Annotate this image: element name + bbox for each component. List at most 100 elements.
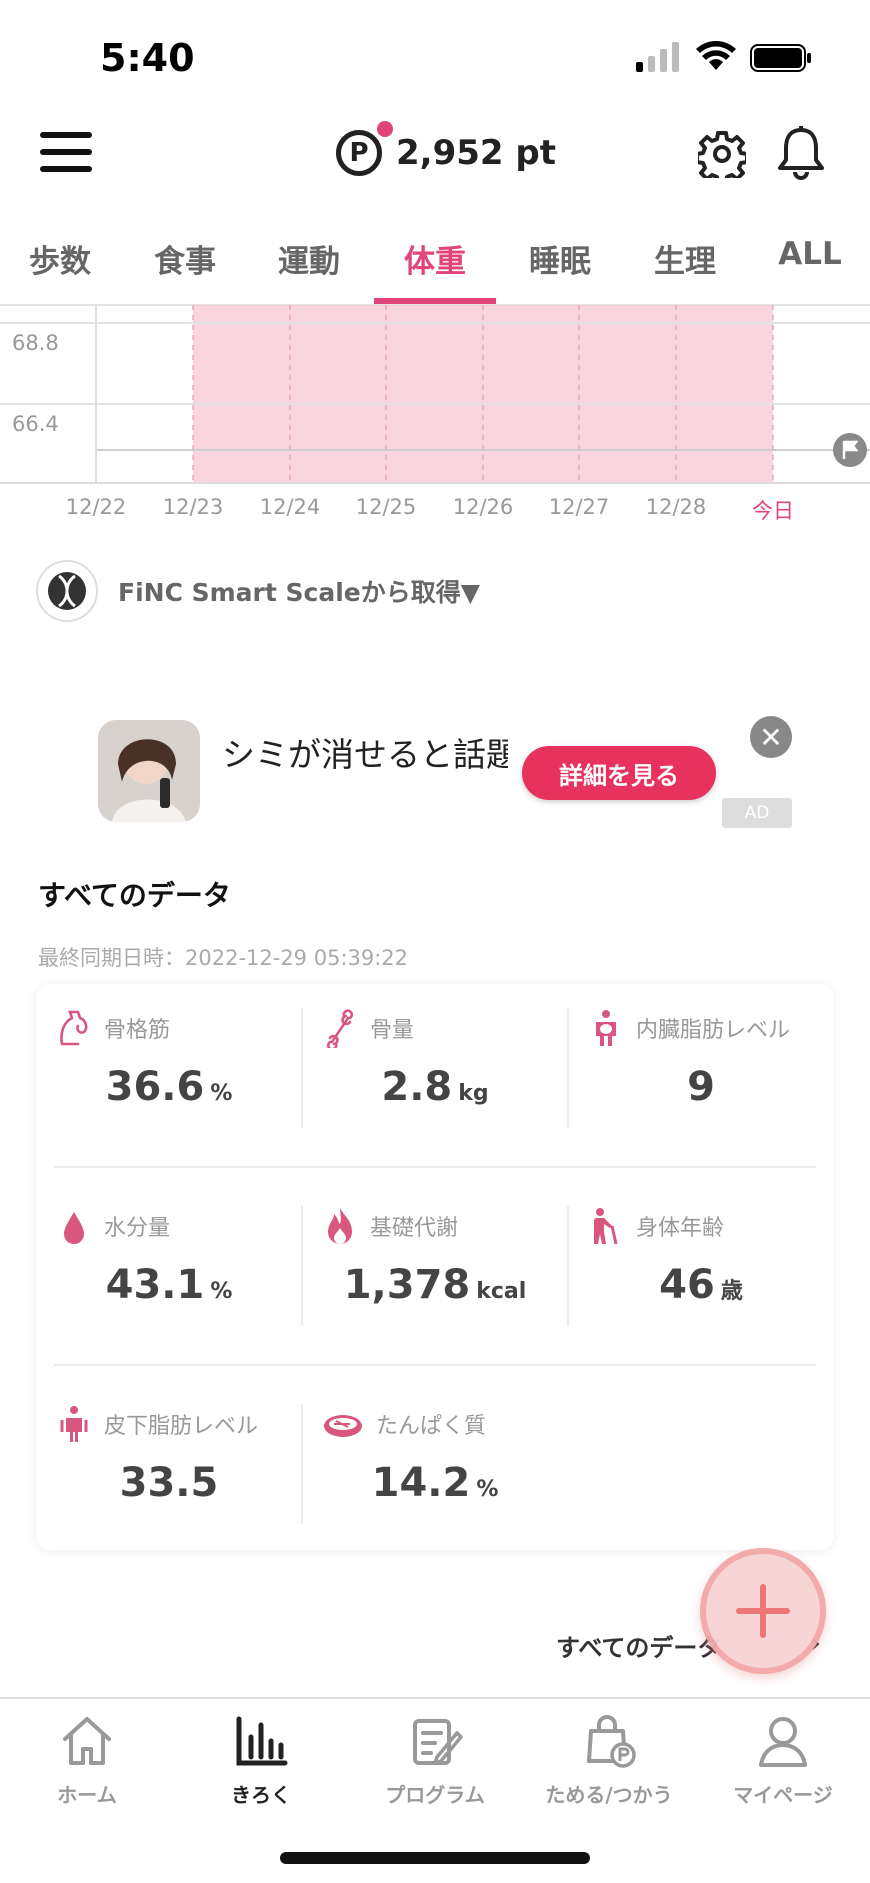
metric-value: 33.5 (119, 1460, 219, 1506)
points-icon: P (336, 121, 393, 176)
metric-unit: % (210, 1081, 233, 1106)
battery-icon (750, 44, 811, 72)
active-tab-indicator (374, 298, 496, 304)
section-title: すべてのデータ (38, 879, 231, 912)
settings-gear-icon[interactable] (698, 130, 746, 178)
weight-chart-canvas (0, 305, 870, 484)
metric-value: 2.8 (381, 1064, 453, 1110)
nav-label: マイページ (733, 1783, 833, 1807)
x-tick-label-today: 今日 (752, 499, 794, 523)
nav-label: ためる/つかう (545, 1783, 673, 1807)
status-time: 5:40 (100, 36, 195, 80)
metric-unit: % (210, 1279, 233, 1304)
metric-label: 皮下脂肪レベル (104, 1414, 259, 1439)
metric-unit: kcal (476, 1279, 527, 1304)
metric-protein[interactable]: たんぱく質 14.2% (302, 1380, 568, 1578)
metric-unit: % (476, 1477, 499, 1502)
data-source-label: FiNC Smart Scaleから取得▼ (118, 578, 480, 607)
see-all-data-link[interactable]: すべてのデータ (556, 1628, 721, 1663)
points-value: 2,952 pt (396, 133, 556, 173)
ad-close-icon[interactable]: ✕ (750, 716, 792, 758)
bone-icon (326, 1009, 354, 1048)
metric-basal-metabolism[interactable]: 基礎代謝 1,378 kcal (302, 1182, 568, 1380)
flame-icon (328, 1208, 352, 1244)
metric-label: 骨格筋 (104, 1018, 171, 1043)
metric-value: 46 (659, 1262, 715, 1308)
x-tick-label: 12/25 (355, 495, 417, 519)
notification-bell-icon[interactable] (776, 124, 826, 182)
category-tabs: 歩数 食事 運動 体重 睡眠 生理 ALL (0, 222, 870, 306)
metric-label: たんぱく質 (376, 1414, 487, 1439)
metric-body-water[interactable]: 水分量 43.1% (36, 1182, 302, 1380)
wifi-icon (696, 41, 736, 70)
tab-all[interactable]: ALL (760, 236, 860, 272)
visceral-fat-icon (596, 1010, 616, 1046)
metric-value: 14.2 (371, 1460, 471, 1506)
tab-menstruation[interactable]: 生理 (635, 236, 735, 281)
points-bag-icon (587, 1715, 636, 1768)
y-tick-label: 68.8 (12, 331, 59, 355)
tab-meals[interactable]: 食事 (135, 236, 235, 281)
program-icon (413, 1719, 463, 1765)
metric-value: 1,378 (343, 1262, 471, 1308)
x-tick-label: 12/28 (645, 495, 707, 519)
ad-title[interactable]: シミが消せると話題 (222, 728, 508, 776)
y-tick-label: 66.4 (12, 412, 59, 436)
nav-home[interactable]: ホーム (0, 1713, 174, 1808)
metric-label: 骨量 (370, 1018, 415, 1043)
last-sync-time: 最終同期日時：2022-12-29 05:39:22 (38, 946, 409, 970)
x-tick-label: 12/26 (452, 495, 514, 519)
data-source-selector[interactable]: FiNC Smart Scaleから取得▼ (36, 560, 480, 622)
metric-label: 水分量 (104, 1216, 171, 1241)
metric-bone-mass[interactable]: 骨量 2.8 kg (302, 984, 568, 1182)
menu-button[interactable] (40, 128, 92, 176)
tab-sleep[interactable]: 睡眠 (510, 236, 610, 281)
home-icon (63, 1717, 111, 1765)
nav-my-page[interactable]: マイページ (696, 1713, 870, 1808)
ad-badge: AD (722, 798, 792, 828)
home-indicator (280, 1852, 590, 1864)
tab-steps[interactable]: 歩数 (10, 236, 110, 281)
nav-earn-use-points[interactable]: ためる/つかう (522, 1713, 696, 1808)
metric-body-age[interactable]: 身体年齢 46 歳 (568, 1182, 834, 1380)
protein-meat-icon (324, 1415, 362, 1437)
body-metrics-card: 骨格筋 36.6% 骨量 2.8 kg 内臓脂肪レベル 9 水分量 43.1% 基… (36, 984, 834, 1550)
nav-label: きろく (231, 1783, 291, 1807)
menu-bar-line (40, 166, 92, 172)
metric-value: 36.6 (105, 1064, 205, 1110)
smart-scale-icon (36, 560, 98, 622)
menu-bar-line (40, 149, 92, 155)
x-tick-label: 12/23 (162, 495, 224, 519)
subcutaneous-fat-icon (60, 1406, 88, 1442)
x-tick-label: 12/22 (65, 495, 127, 519)
metric-unit: 歳 (720, 1279, 743, 1304)
ad-details-button[interactable]: 詳細を見る (522, 746, 716, 800)
metric-subcutaneous-fat[interactable]: 皮下脂肪レベル 33.5 (36, 1380, 302, 1578)
record-chart-icon (236, 1716, 288, 1766)
metric-label: 基礎代謝 (370, 1216, 459, 1241)
cellular-signal-icon (636, 42, 679, 72)
points-display[interactable]: P 2,952 pt (336, 121, 556, 178)
plus-icon (736, 1584, 790, 1638)
metric-skeletal-muscle[interactable]: 骨格筋 36.6% (36, 984, 302, 1182)
metric-value: 9 (687, 1064, 715, 1110)
nav-label: プログラム (385, 1783, 485, 1807)
tab-exercise[interactable]: 運動 (259, 236, 359, 281)
menu-bar-line (40, 132, 92, 138)
nav-program[interactable]: プログラム (348, 1713, 522, 1808)
status-bar: 5:40 (0, 0, 870, 110)
body-age-icon (594, 1208, 618, 1245)
tab-weight[interactable]: 体重 (385, 236, 485, 281)
nav-label: ホーム (57, 1783, 117, 1807)
nav-records[interactable]: きろく (174, 1713, 348, 1808)
person-icon (759, 1717, 807, 1767)
water-drop-icon (64, 1212, 84, 1244)
notification-dot (377, 121, 393, 137)
add-record-button[interactable] (700, 1548, 826, 1674)
muscle-icon (60, 1010, 88, 1046)
ad-thumbnail-image[interactable] (98, 720, 200, 822)
metric-value: 43.1 (105, 1262, 205, 1308)
weight-chart[interactable]: 68.8 66.4 12/22 12/23 12/24 12/25 12/26 … (0, 305, 870, 525)
metric-visceral-fat[interactable]: 内臓脂肪レベル 9 (568, 984, 834, 1182)
x-tick-label: 12/24 (259, 495, 321, 519)
